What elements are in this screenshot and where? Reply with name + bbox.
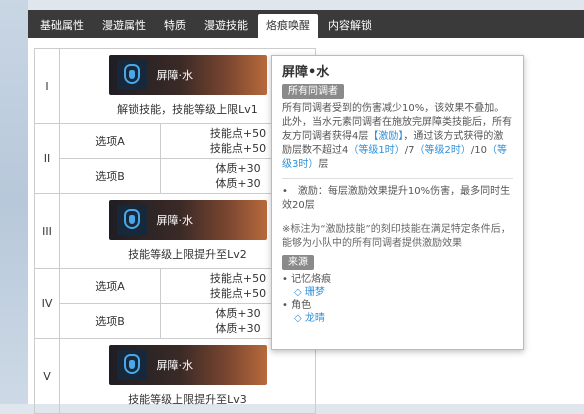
skill-name: 屏障·水 — [156, 214, 194, 227]
source-list: • 记忆烙痕 ◇ 珊梦 • 角色 ◇ 龙晴 — [282, 273, 513, 325]
skill-banner[interactable]: 屏障·水 — [108, 55, 267, 95]
skill-banner[interactable]: 屏障·水 — [108, 200, 267, 240]
inspire-bullet: • 激励：每层激励效果提升10%伤害，最多同时生效20层 — [282, 186, 511, 211]
source-link-longqing[interactable]: ◇ 龙晴 — [282, 312, 513, 325]
option-label: 选项A — [59, 268, 161, 304]
skill-name: 屏障·水 — [156, 69, 194, 82]
background-art — [0, 0, 28, 404]
level-label: III — [34, 193, 60, 269]
stack-value: 10 — [474, 145, 487, 156]
tab-roaming-skills[interactable]: 漫遊技能 — [196, 14, 256, 38]
tab-roaming-attributes[interactable]: 漫遊属性 — [94, 14, 154, 38]
tooltip-desc-2: 此外，当水元素同调者在施放完屏障类技能后，所有友方同调者获得4层【激励】，通过该… — [282, 116, 513, 172]
option-label: 选项B — [59, 158, 161, 194]
level-caption: 技能等级上限提升至Lv3 — [128, 393, 247, 406]
level-label: II — [34, 123, 60, 194]
skill-banner[interactable]: 屏障·水 — [108, 345, 267, 385]
target-chip: 所有同调者 — [282, 84, 344, 99]
source-category: • 记忆烙痕 — [282, 274, 332, 285]
tooltip-desc-1: 所有同调者受到的伤害减少10%，该效果不叠加。 — [282, 103, 505, 114]
skill-tooltip: 屏障•水 所有同调者 所有同调者受到的伤害减少10%，该效果不叠加。 此外，当水… — [271, 55, 524, 350]
shield-water-icon — [116, 350, 147, 380]
tab-bar: 基础属性 漫遊属性 特质 漫遊技能 烙痕唤醒 内容解锁 — [28, 10, 584, 38]
shield-water-icon — [116, 60, 147, 90]
tooltip-title: 屏障•水 — [282, 65, 330, 80]
tooltip-note: ※标注为“激励技能”的刻印技能在满足特定条件后，能够为小队中的所有同调者提供激励… — [282, 224, 511, 249]
level-note: （等级2时） — [414, 145, 471, 156]
level-label: I — [34, 48, 60, 124]
shield-water-icon — [116, 205, 147, 235]
source-chip: 来源 — [282, 255, 314, 270]
tab-traits[interactable]: 特质 — [156, 14, 194, 38]
tab-imprint-awakening[interactable]: 烙痕唤醒 — [258, 14, 318, 38]
option-label: 选项B — [59, 303, 161, 339]
skill-name: 屏障·水 — [156, 359, 194, 372]
source-category: • 角色 — [282, 300, 312, 311]
source-link-shanmeng[interactable]: ◇ 珊梦 — [282, 286, 513, 299]
level-note: （等级1时） — [348, 145, 405, 156]
inspire-link[interactable]: 【激励】 — [368, 131, 403, 142]
tab-basic-attributes[interactable]: 基础属性 — [32, 14, 92, 38]
tab-content-unlock[interactable]: 内容解锁 — [320, 14, 380, 38]
option-label: 选项A — [59, 123, 161, 159]
level-label: IV — [34, 268, 60, 339]
level-label: V — [34, 338, 60, 414]
divider — [282, 178, 513, 179]
desc-text: 层 — [318, 159, 329, 170]
